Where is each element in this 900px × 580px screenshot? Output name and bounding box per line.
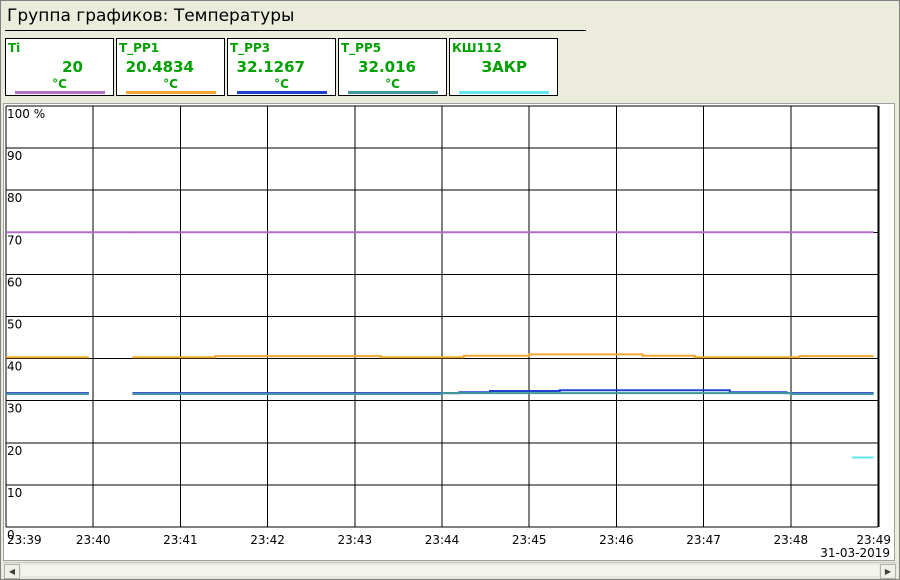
x-tick-label: 23:43	[338, 533, 373, 547]
tile-color-swatch	[237, 91, 327, 94]
x-tick-label: 23:40	[76, 533, 111, 547]
tile-name: T_PP3	[230, 41, 271, 55]
title-divider	[5, 30, 586, 31]
x-tick-label: 23:48	[774, 533, 809, 547]
tile-unit: °C	[163, 77, 178, 91]
x-tick-label: 23:46	[599, 533, 634, 547]
tile-color-swatch	[126, 91, 216, 94]
tile-name: КШ112	[452, 41, 502, 55]
scroll-left-icon[interactable]: ◀	[4, 564, 20, 579]
tile-color-swatch	[348, 91, 438, 94]
y-tick-label: 80	[7, 191, 22, 205]
tile-value: 32.1267	[236, 58, 305, 76]
tile-name: Ti	[8, 41, 21, 55]
x-tick-label: 23:39	[7, 533, 42, 547]
tile-unit: °C	[385, 77, 400, 91]
scroll-track[interactable]	[21, 565, 879, 576]
tile-unit: °C	[52, 77, 67, 91]
series-line	[132, 392, 874, 395]
tile-ti[interactable]: Ti 20 °C	[5, 38, 114, 96]
y-tick-label: 70	[7, 233, 22, 247]
y-tick-label: 40	[7, 360, 22, 374]
y-tick-label: 30	[7, 402, 22, 416]
tile-value: 32.016	[358, 58, 416, 76]
x-tick-label: 23:41	[163, 533, 198, 547]
window-title: Группа графиков: Температуры	[7, 6, 295, 26]
x-tick-label: 23:45	[512, 533, 547, 547]
y-tick-label: 100 %	[7, 107, 45, 121]
date-label: 31-03-2019	[820, 546, 890, 560]
x-tick-label: 23:44	[425, 533, 460, 547]
trend-window: Группа графиков: Температуры Ti 20 °C T_…	[0, 0, 900, 580]
y-tick-label: 60	[7, 275, 22, 289]
y-tick-label: 20	[7, 444, 22, 458]
tile-value: 20.4834	[125, 58, 194, 76]
x-tick-label: 23:47	[686, 533, 721, 547]
series-line	[132, 353, 874, 359]
tile-t-pp1[interactable]: T_PP1 20.4834 °C	[116, 38, 225, 96]
y-tick-label: 10	[7, 486, 22, 500]
y-tick-label: 90	[7, 149, 22, 163]
tile-ksh112[interactable]: КШ112 ЗАКР	[449, 38, 558, 96]
x-tick-label: 23:49	[856, 533, 891, 547]
tile-name: T_PP1	[119, 41, 160, 55]
tile-unit: °C	[274, 77, 289, 91]
tile-color-swatch	[459, 91, 549, 94]
scroll-right-icon[interactable]: ▶	[880, 564, 896, 579]
tile-color-swatch	[15, 91, 105, 94]
chart-canvas: 100 %908070605040302010023:39 23:40 23:41 2…	[5, 105, 891, 560]
trend-chart[interactable]: 100 % 90 80 70 60 50 40 30 20 10 0 23:39 23:40 23:41 2…	[3, 103, 895, 561]
x-tick-label: 23:42	[250, 533, 285, 547]
tile-t-pp3[interactable]: T_PP3 32.1267 °C	[227, 38, 336, 96]
tile-value: ЗАКР	[481, 58, 527, 76]
tile-value: 20	[62, 58, 83, 76]
y-tick-label: 50	[7, 318, 22, 332]
tile-t-pp5[interactable]: T_PP5 32.016 °C	[338, 38, 447, 96]
horizontal-scrollbar[interactable]: ◀ ▶	[3, 562, 897, 579]
tile-name: T_PP5	[341, 41, 382, 55]
